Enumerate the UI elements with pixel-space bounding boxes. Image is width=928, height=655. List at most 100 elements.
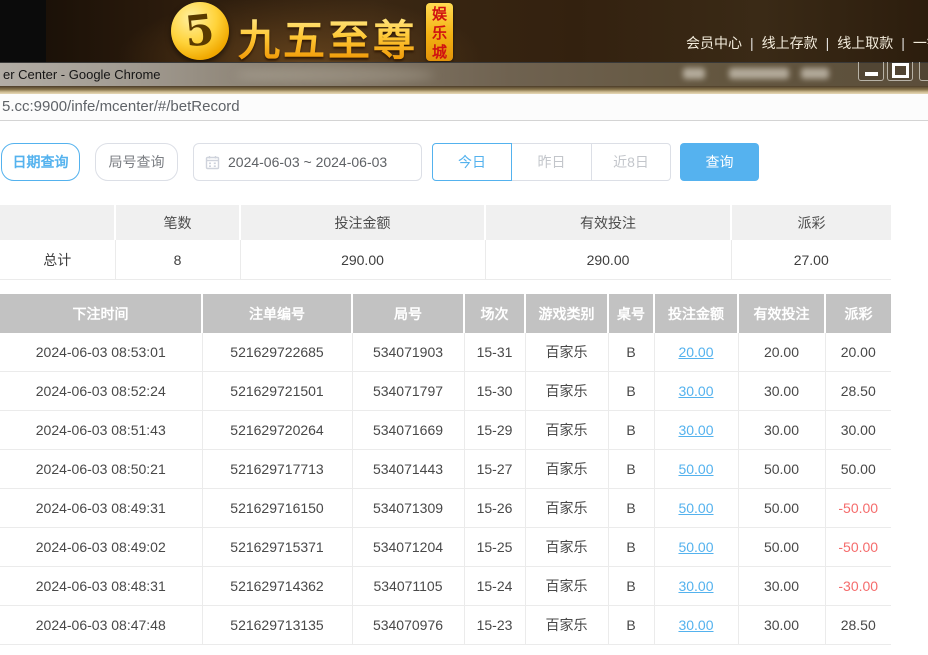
top-nav-link-2[interactable]: 线上取款	[837, 33, 893, 53]
bet-amount-link[interactable]: 50.00	[654, 489, 738, 528]
column-header: 有效投注	[485, 205, 731, 240]
calendar-icon	[205, 155, 220, 170]
table-cell: 534071669	[352, 411, 464, 450]
top-nav-link-3[interactable]: 一键回收	[913, 33, 928, 53]
table-cell: 50.00	[738, 489, 825, 528]
bet-amount-link[interactable]: 50.00	[654, 450, 738, 489]
table-cell: 2024-06-03 08:49:02	[0, 528, 202, 567]
date-range-value: 2024-06-03 ~ 2024-06-03	[228, 154, 387, 170]
page-url: 5.cc:9900/infe/mcenter/#/betRecord	[2, 94, 240, 119]
table-cell: -30.00	[825, 567, 891, 606]
bet-amount-link[interactable]: 30.00	[654, 411, 738, 450]
table-cell: 15-30	[464, 372, 525, 411]
table-cell: B	[608, 372, 654, 411]
header-dark-strip	[0, 0, 46, 62]
maximize-button[interactable]	[887, 62, 913, 81]
search-button[interactable]: 查询	[680, 143, 759, 181]
screen: 5 九五至尊 娱乐城 会员中心|线上存款|线上取款|一键回收 er Center…	[0, 0, 928, 655]
table-cell: 2024-06-03 08:52:24	[0, 372, 202, 411]
redacted-text-blur	[729, 68, 789, 79]
maximize-icon	[892, 63, 909, 78]
table-cell: 534071443	[352, 450, 464, 489]
column-header: 派彩	[825, 294, 891, 333]
table-row: 2024-06-03 08:50:21521629717713534071443…	[0, 450, 891, 489]
table-cell: B	[608, 528, 654, 567]
column-header: 游戏类别	[525, 294, 608, 333]
column-header: 桌号	[608, 294, 654, 333]
bet-amount-link[interactable]: 50.00	[654, 528, 738, 567]
table-cell: 2024-06-03 08:51:43	[0, 411, 202, 450]
table-row: 2024-06-03 08:52:24521629721501534071797…	[0, 372, 891, 411]
column-header: 派彩	[731, 205, 891, 240]
table-cell: B	[608, 333, 654, 372]
header-row: 下注时间注单编号局号场次游戏类别桌号投注金额有效投注派彩	[0, 294, 891, 333]
table-cell: 百家乐	[525, 489, 608, 528]
table-cell: B	[608, 489, 654, 528]
site-header: 5 九五至尊 娱乐城 会员中心|线上存款|线上取款|一键回收	[0, 0, 928, 62]
table-cell: 534071903	[352, 333, 464, 372]
table-cell: 20.00	[825, 333, 891, 372]
table-cell: 521629722685	[202, 333, 352, 372]
table-cell: 30.00	[825, 411, 891, 450]
redacted-text-blur	[683, 68, 705, 79]
table-cell: 2024-06-03 08:47:48	[0, 606, 202, 645]
redacted-text-blur	[801, 68, 829, 79]
site-badge: 娱乐城	[426, 3, 453, 61]
table-cell: 2024-06-03 08:53:01	[0, 333, 202, 372]
bet-amount-link[interactable]: 30.00	[654, 567, 738, 606]
quick-filter-yesterday[interactable]: 昨日	[512, 143, 591, 181]
table-cell: 15-26	[464, 489, 525, 528]
table-row: 2024-06-03 08:47:48521629713135534070976…	[0, 606, 891, 645]
top-nav-link-0[interactable]: 会员中心	[686, 33, 742, 53]
table-cell: 2024-06-03 08:49:31	[0, 489, 202, 528]
quick-filter-last8days[interactable]: 近8日	[591, 143, 671, 181]
address-bar[interactable]: 5.cc:9900/infe/mcenter/#/betRecord	[0, 94, 928, 121]
table-cell: 15-27	[464, 450, 525, 489]
tab-round-query[interactable]: 局号查询	[95, 143, 178, 181]
table-row: 2024-06-03 08:53:01521629722685534071903…	[0, 333, 891, 372]
table-cell: 15-25	[464, 528, 525, 567]
table-row: 2024-06-03 08:49:31521629716150534071309…	[0, 489, 891, 528]
bet-amount-link[interactable]: 30.00	[654, 372, 738, 411]
table-cell: 15-31	[464, 333, 525, 372]
logo-glyph: 5	[183, 9, 216, 54]
table-cell: B	[608, 411, 654, 450]
nav-separator: |	[826, 35, 830, 51]
table-cell: 290.00	[240, 240, 485, 280]
bet-amount-link[interactable]: 20.00	[654, 333, 738, 372]
window-title: er Center - Google Chrome	[3, 63, 161, 86]
column-header	[0, 205, 115, 240]
table-cell: 521629714362	[202, 567, 352, 606]
table-cell: 15-24	[464, 567, 525, 606]
column-header: 投注金额	[654, 294, 738, 333]
close-button[interactable]	[919, 62, 928, 81]
column-header: 局号	[352, 294, 464, 333]
table-cell: 30.00	[738, 567, 825, 606]
table-cell: 534071309	[352, 489, 464, 528]
table-cell: 28.50	[825, 606, 891, 645]
table-cell: 30.00	[738, 606, 825, 645]
table-cell: 290.00	[485, 240, 731, 280]
tab-date-query[interactable]: 日期查询	[1, 143, 80, 181]
table-cell: 百家乐	[525, 606, 608, 645]
table-cell: 27.00	[731, 240, 891, 280]
minimize-button[interactable]	[858, 62, 884, 81]
site-title: 九五至尊	[238, 7, 418, 68]
bet-amount-link[interactable]: 30.00	[654, 606, 738, 645]
table-cell: 521629713135	[202, 606, 352, 645]
table-cell: 28.50	[825, 372, 891, 411]
table-cell: 521629715371	[202, 528, 352, 567]
date-range-input[interactable]: 2024-06-03 ~ 2024-06-03	[193, 143, 422, 181]
table-row: 总计8290.00290.0027.00	[0, 240, 891, 280]
table-row: 2024-06-03 08:48:31521629714362534071105…	[0, 567, 891, 606]
table-cell: 百家乐	[525, 411, 608, 450]
table-cell: 30.00	[738, 372, 825, 411]
top-nav-link-1[interactable]: 线上存款	[762, 33, 818, 53]
column-header: 投注金额	[240, 205, 485, 240]
table-cell: B	[608, 606, 654, 645]
summary-table: 笔数投注金额有效投注派彩总计8290.00290.0027.00	[0, 205, 891, 280]
table-cell: 百家乐	[525, 450, 608, 489]
quick-filter-today[interactable]: 今日	[432, 143, 512, 181]
table-cell: 百家乐	[525, 528, 608, 567]
table-cell: -50.00	[825, 528, 891, 567]
